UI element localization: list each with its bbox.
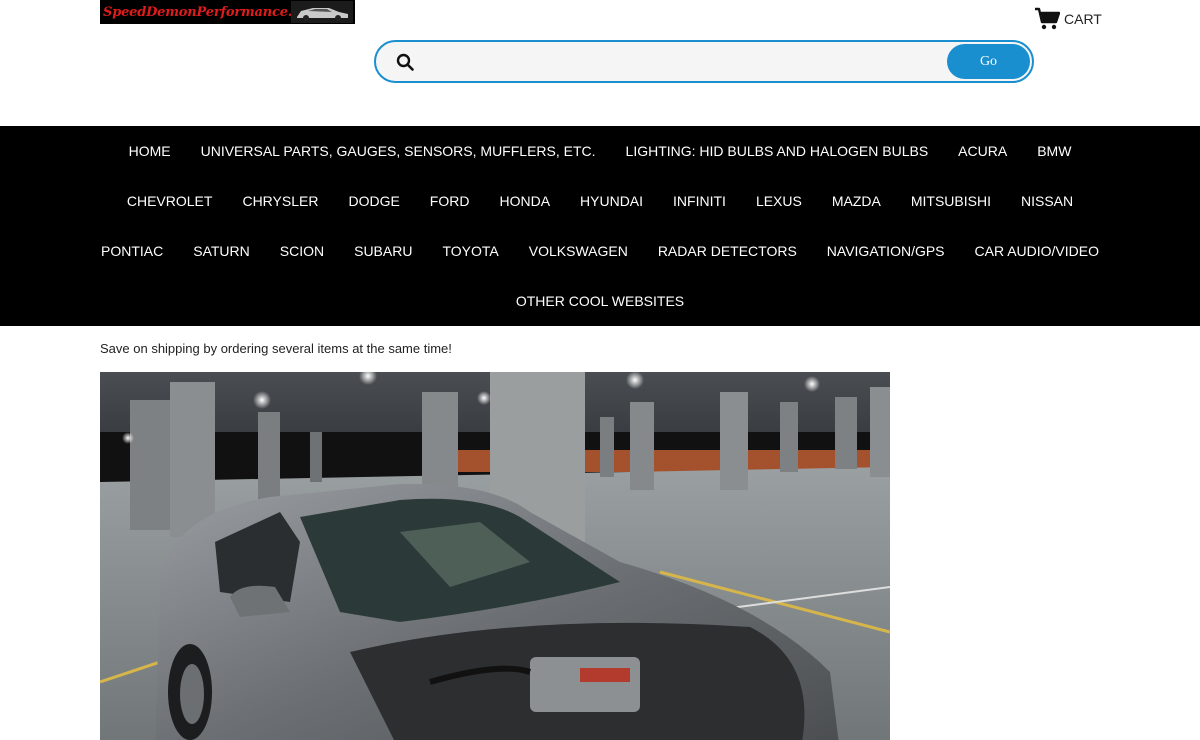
- cart-label: CART: [1064, 11, 1102, 27]
- shipping-note: Save on shipping by ordering several ite…: [100, 341, 452, 356]
- nav-item-subaru[interactable]: SUBARU: [339, 243, 427, 259]
- main-content: Save on shipping by ordering several ite…: [0, 341, 1200, 740]
- logo-text: SpeedDemonPerformance.com: [103, 4, 322, 20]
- nav-item-lexus[interactable]: LEXUS: [741, 193, 817, 209]
- site-header: SpeedDemonPerformance.com CART Go: [0, 0, 1200, 126]
- nav-item-lighting[interactable]: LIGHTING: HID BULBS AND HALOGEN BULBS: [611, 143, 944, 159]
- nav-item-saturn[interactable]: SATURN: [178, 243, 265, 259]
- search-icon: [396, 53, 414, 71]
- nav-item-other-cool-websites[interactable]: OTHER COOL WEBSITES: [501, 293, 699, 309]
- nav-item-car-audio-video[interactable]: CAR AUDIO/VIDEO: [960, 243, 1114, 259]
- nav-item-pontiac[interactable]: PONTIAC: [86, 243, 178, 259]
- site-logo[interactable]: SpeedDemonPerformance.com: [100, 0, 355, 24]
- nav-item-scion[interactable]: SCION: [265, 243, 339, 259]
- search-bar: Go: [374, 40, 1034, 83]
- logo-car-image: [291, 1, 353, 23]
- nav-item-dodge[interactable]: DODGE: [333, 193, 414, 209]
- nav-item-chrysler[interactable]: CHRYSLER: [227, 193, 333, 209]
- nav-row: HOME UNIVERSAL PARTS, GAUGES, SENSORS, M…: [0, 126, 1200, 176]
- nav-item-radar-detectors[interactable]: RADAR DETECTORS: [643, 243, 812, 259]
- nav-item-home[interactable]: HOME: [114, 143, 186, 159]
- nav-row: CHEVROLET CHRYSLER DODGE FORD HONDA HYUN…: [0, 176, 1200, 226]
- hero-car-photo: [100, 372, 890, 740]
- main-nav: HOME UNIVERSAL PARTS, GAUGES, SENSORS, M…: [0, 126, 1200, 326]
- nav-item-mitsubishi[interactable]: MITSUBISHI: [896, 193, 1006, 209]
- cart-link[interactable]: CART: [1034, 7, 1102, 31]
- nav-row: PONTIAC SATURN SCION SUBARU TOYOTA VOLKS…: [0, 226, 1200, 276]
- nav-item-nissan[interactable]: NISSAN: [1006, 193, 1088, 209]
- nav-item-hyundai[interactable]: HYUNDAI: [565, 193, 658, 209]
- nav-item-toyota[interactable]: TOYOTA: [427, 243, 513, 259]
- go-button[interactable]: Go: [947, 44, 1030, 79]
- search-input[interactable]: [414, 42, 947, 81]
- nav-item-navigation-gps[interactable]: NAVIGATION/GPS: [812, 243, 960, 259]
- nav-item-ford[interactable]: FORD: [415, 193, 485, 209]
- nav-item-volkswagen[interactable]: VOLKSWAGEN: [514, 243, 643, 259]
- nav-item-bmw[interactable]: BMW: [1022, 143, 1086, 159]
- nav-item-chevrolet[interactable]: CHEVROLET: [112, 193, 228, 209]
- nav-item-universal-parts[interactable]: UNIVERSAL PARTS, GAUGES, SENSORS, MUFFLE…: [186, 143, 611, 159]
- nav-item-acura[interactable]: ACURA: [943, 143, 1022, 159]
- nav-row: OTHER COOL WEBSITES: [0, 276, 1200, 326]
- nav-item-mazda[interactable]: MAZDA: [817, 193, 896, 209]
- nav-item-infiniti[interactable]: INFINITI: [658, 193, 741, 209]
- cart-icon: [1035, 7, 1060, 30]
- nav-item-honda[interactable]: HONDA: [484, 193, 565, 209]
